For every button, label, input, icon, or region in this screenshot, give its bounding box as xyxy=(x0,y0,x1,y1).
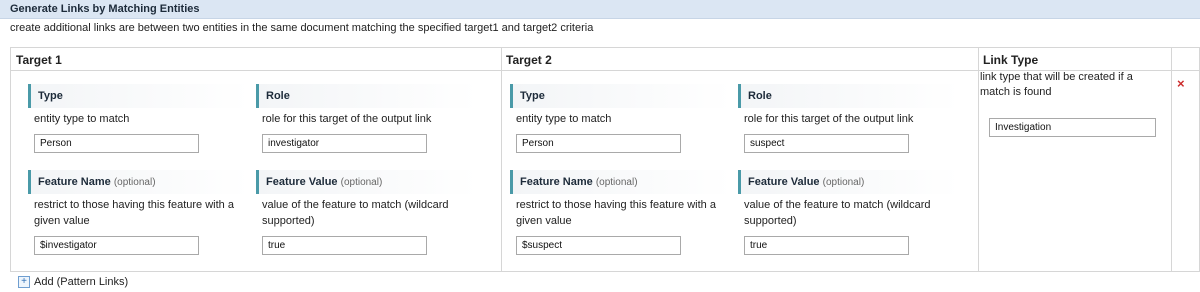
field-label: Type xyxy=(520,90,545,102)
optional-tag: (optional) xyxy=(113,177,156,188)
section-header: Generate Links by Matching Entities xyxy=(0,0,1200,19)
add-pattern-links-button[interactable]: + Add (Pattern Links) xyxy=(18,276,129,289)
target1-feature-value-field: Feature Value (optional) value of the fe… xyxy=(256,170,478,260)
column-header-target2: Target 2 xyxy=(501,48,978,71)
section-description: create additional links are between two … xyxy=(10,22,594,34)
field-description: role for this target of the output link xyxy=(744,113,914,125)
target1-type-field: Type entity type to match xyxy=(28,84,250,164)
target1-feature-name-input[interactable] xyxy=(34,236,199,255)
column-header-actions xyxy=(1171,48,1199,71)
field-label: Feature Value (optional) xyxy=(748,176,865,188)
field-label: Feature Name (optional) xyxy=(520,176,638,188)
column-divider xyxy=(1171,48,1172,271)
optional-tag: (optional) xyxy=(595,177,638,188)
close-icon[interactable]: × xyxy=(1177,76,1185,91)
field-label: Feature Name (optional) xyxy=(38,176,156,188)
column-header-link-type: Link Type xyxy=(978,48,1171,71)
field-label: Role xyxy=(748,90,772,102)
target1-role-field: Role role for this target of the output … xyxy=(256,84,478,164)
section-title: Generate Links by Matching Entities xyxy=(10,3,200,15)
target2-feature-name-field: Feature Name (optional) restrict to thos… xyxy=(510,170,732,260)
target2-role-input[interactable] xyxy=(744,134,909,153)
field-description: value of the feature to match (wildcard … xyxy=(744,199,931,227)
column-divider xyxy=(978,48,979,271)
plus-icon: + xyxy=(18,276,30,289)
target1-role-input[interactable] xyxy=(262,134,427,153)
link-type-description: link type that will be created if a matc… xyxy=(980,71,1133,98)
target2-feature-value-input[interactable] xyxy=(744,236,909,255)
field-description: restrict to those having this feature wi… xyxy=(516,199,716,227)
link-type-input[interactable] xyxy=(989,118,1156,137)
field-description: value of the feature to match (wildcard … xyxy=(262,199,449,227)
target2-type-field: Type entity type to match xyxy=(510,84,732,164)
field-description: restrict to those having this feature wi… xyxy=(34,199,234,227)
optional-tag: (optional) xyxy=(340,177,383,188)
field-label: Feature Value (optional) xyxy=(266,176,383,188)
field-description: role for this target of the output link xyxy=(262,113,432,125)
target2-feature-name-input[interactable] xyxy=(516,236,681,255)
field-label: Role xyxy=(266,90,290,102)
add-label: Add (Pattern Links) xyxy=(34,276,129,288)
target1-type-input[interactable] xyxy=(34,134,199,153)
column-divider xyxy=(501,48,502,271)
target1-feature-value-input[interactable] xyxy=(262,236,427,255)
target2-type-input[interactable] xyxy=(516,134,681,153)
optional-tag: (optional) xyxy=(822,177,865,188)
target2-feature-value-field: Feature Value (optional) value of the fe… xyxy=(738,170,960,260)
column-header-target1: Target 1 xyxy=(11,48,501,71)
target1-feature-name-field: Feature Name (optional) restrict to thos… xyxy=(28,170,250,260)
field-label: Type xyxy=(38,90,63,102)
field-description: entity type to match xyxy=(34,113,130,125)
field-description: entity type to match xyxy=(516,113,612,125)
target2-role-field: Role role for this target of the output … xyxy=(738,84,960,164)
